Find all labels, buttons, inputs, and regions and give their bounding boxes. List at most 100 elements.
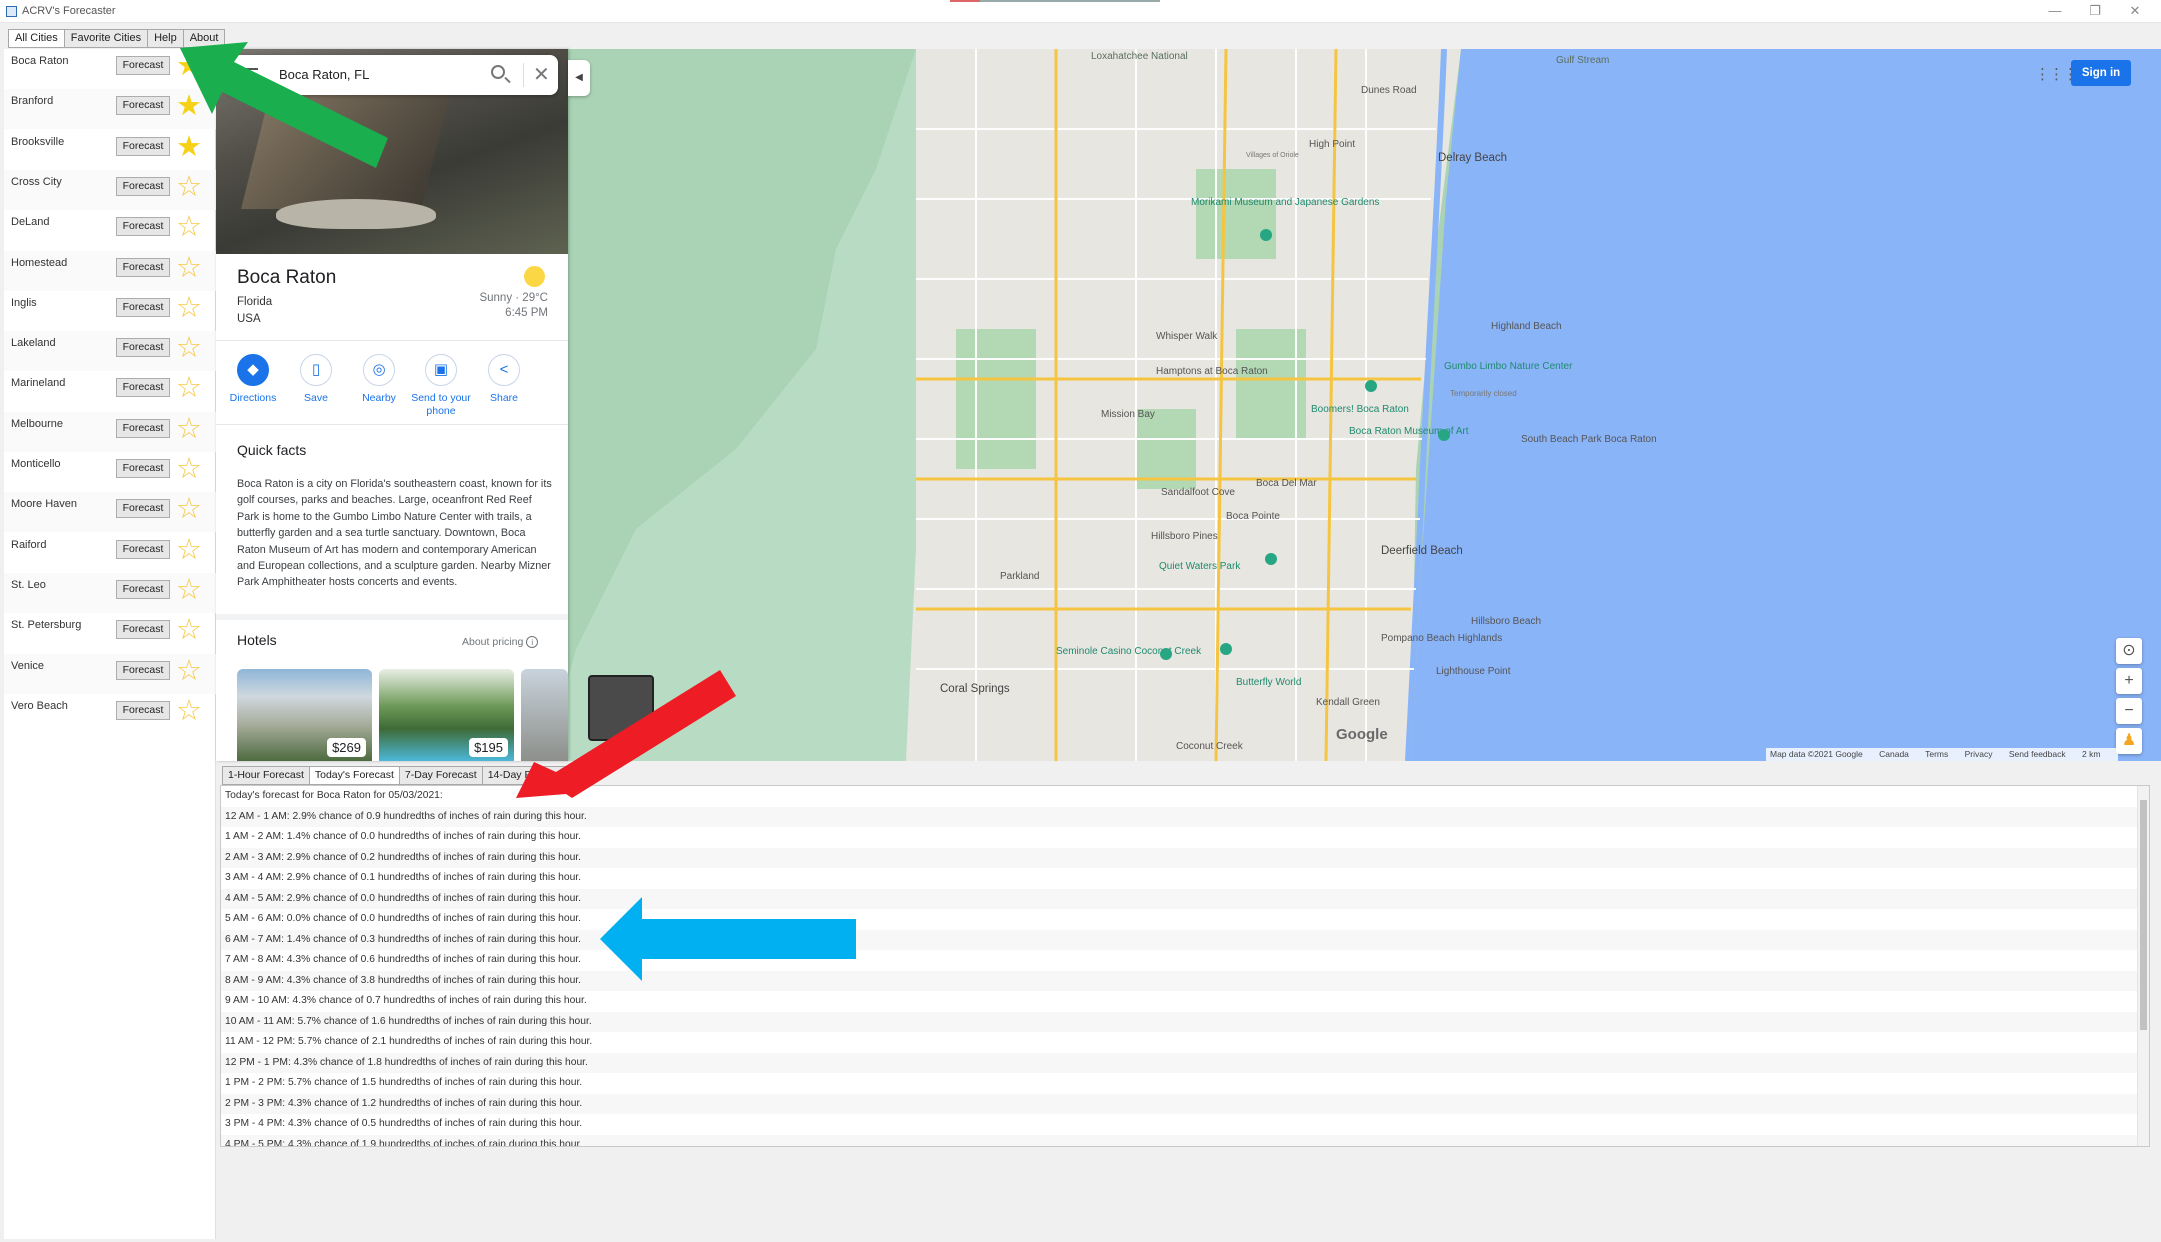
forecast-button[interactable]: Forecast <box>116 660 170 680</box>
sign-in-button[interactable]: Sign in <box>2071 60 2131 86</box>
sunny-icon <box>524 266 545 287</box>
forecast-button[interactable]: Forecast <box>116 96 170 116</box>
favorite-star-outline-icon[interactable]: ☆ <box>176 535 202 565</box>
city-row[interactable]: St. Petersburg Forecast ☆ <box>4 613 216 653</box>
scale-label: 2 km <box>2081 749 2101 759</box>
city-row[interactable]: Moore Haven Forecast ☆ <box>4 492 216 533</box>
forecast-list[interactable]: Today's forecast for Boca Raton for 05/0… <box>220 785 2150 1147</box>
zoom-in-button[interactable]: + <box>2116 668 2142 694</box>
hotel-card[interactable]: $269 <box>237 669 372 761</box>
favorite-star-outline-icon[interactable]: ☆ <box>176 454 202 484</box>
place-time: 6:45 PM <box>505 307 548 319</box>
map-label-coral-springs: Coral Springs <box>940 683 1010 695</box>
forecast-button[interactable]: Forecast <box>116 257 170 277</box>
city-row[interactable]: Homestead Forecast ☆ <box>4 250 216 291</box>
map-pin-icon[interactable] <box>1160 648 1172 660</box>
about-pricing-link[interactable]: About pricing i <box>462 636 539 648</box>
city-row[interactable]: St. Leo Forecast ☆ <box>4 572 216 613</box>
favorite-star-outline-icon[interactable]: ☆ <box>176 696 202 726</box>
favorite-star-outline-icon[interactable]: ☆ <box>176 212 202 242</box>
map-label-temporarily-closed: Temporarily closed <box>1450 389 1517 398</box>
directions-button[interactable]: ◆ Directions <box>218 354 288 405</box>
map-pin-icon[interactable] <box>1365 380 1377 392</box>
forecast-scrollbar[interactable] <box>2137 786 2149 1146</box>
tab-all-cities[interactable]: All Cities <box>8 29 64 48</box>
forecast-button[interactable]: Forecast <box>116 176 170 196</box>
forecast-button[interactable]: Forecast <box>116 700 170 720</box>
forecast-button[interactable]: Forecast <box>116 579 170 599</box>
favorite-star-outline-icon[interactable]: ☆ <box>176 615 202 645</box>
scrollbar-thumb[interactable] <box>2140 800 2147 1030</box>
hotel-price: $195 <box>469 738 508 757</box>
city-row[interactable]: DeLand Forecast ☆ <box>4 210 216 250</box>
save-button[interactable]: ▯ Save <box>281 354 351 405</box>
favorite-star-outline-icon[interactable]: ☆ <box>176 253 202 283</box>
map-pin-icon[interactable] <box>1438 429 1450 441</box>
tab-1-hour-forecast[interactable]: 1-Hour Forecast <box>222 766 309 785</box>
forecast-button[interactable]: Forecast <box>116 338 170 358</box>
map-park <box>1136 409 1196 489</box>
tab-favorite-cities[interactable]: Favorite Cities <box>63 29 148 48</box>
feedback-link[interactable]: Send feedback <box>2009 749 2066 759</box>
forecast-button[interactable]: Forecast <box>116 378 170 398</box>
map-pin-icon[interactable] <box>1220 643 1232 655</box>
send-to-phone-button[interactable]: ▣ Send to your phone <box>406 354 476 418</box>
map-park <box>956 329 1036 469</box>
hotel-card[interactable]: $195 <box>379 669 514 761</box>
city-row[interactable]: Monticello Forecast ☆ <box>4 452 216 492</box>
favorite-star-outline-icon[interactable]: ☆ <box>176 414 202 444</box>
favorite-star-outline-icon[interactable]: ☆ <box>176 656 202 686</box>
city-row[interactable]: Marineland Forecast ☆ <box>4 371 216 411</box>
place-title: Boca Raton <box>237 267 337 288</box>
tab-7-day-forecast[interactable]: 7-Day Forecast <box>398 766 482 785</box>
about-pricing-label: About pricing <box>462 636 524 648</box>
privacy-link[interactable]: Privacy <box>1965 749 1993 759</box>
favorite-star-outline-icon[interactable]: ☆ <box>176 373 202 403</box>
restore-icon[interactable]: ❐ <box>2075 2 2115 20</box>
city-row[interactable]: Venice Forecast ☆ <box>4 653 216 694</box>
city-name: Branford <box>11 95 54 108</box>
city-row[interactable]: Vero Beach Forecast ☆ <box>4 694 216 734</box>
map-pin-icon[interactable] <box>1260 229 1272 241</box>
forecast-button[interactable]: Forecast <box>116 499 170 519</box>
map-label-quiet-waters: Quiet Waters Park <box>1159 561 1241 572</box>
zoom-out-button[interactable]: − <box>2116 698 2142 724</box>
forecast-button[interactable]: Forecast <box>116 418 170 438</box>
forecast-rows: Today's forecast for Boca Raton for 05/0… <box>221 786 2149 1146</box>
my-location-icon[interactable]: ⊙ <box>2116 638 2142 664</box>
forecast-button[interactable]: Forecast <box>116 297 170 317</box>
favorite-star-outline-icon[interactable]: ☆ <box>176 333 202 363</box>
collapse-panel-button[interactable]: ◀ <box>568 60 590 96</box>
tab-todays-forecast[interactable]: Today's Forecast <box>308 766 399 785</box>
forecast-button[interactable]: Forecast <box>116 539 170 559</box>
forecast-button[interactable]: Forecast <box>116 459 170 478</box>
region-link[interactable]: Canada <box>1879 749 1909 759</box>
favorite-star-outline-icon[interactable]: ☆ <box>176 494 202 524</box>
clear-search-icon[interactable]: ✕ <box>533 62 550 87</box>
city-row[interactable]: Inglis Forecast ☆ <box>4 291 216 331</box>
place-country: USA <box>237 313 261 325</box>
forecast-button[interactable]: Forecast <box>116 217 170 237</box>
city-row[interactable]: Melbourne Forecast ☆ <box>4 411 216 452</box>
nearby-button[interactable]: ◎ Nearby <box>344 354 414 405</box>
close-icon[interactable]: ✕ <box>2115 2 2155 20</box>
minimize-icon[interactable]: — <box>2035 2 2075 20</box>
forecast-button[interactable]: Forecast <box>116 620 170 640</box>
forecast-button[interactable]: Forecast <box>116 56 170 75</box>
map-label-lighthouse-point: Lighthouse Point <box>1436 666 1511 677</box>
forecast-button[interactable]: Forecast <box>116 136 170 156</box>
pegman-icon[interactable]: ♟ <box>2116 728 2142 754</box>
map-pin-icon[interactable] <box>1265 553 1277 565</box>
city-row[interactable]: Lakeland Forecast ☆ <box>4 331 216 372</box>
forecast-hour-row: 8 AM - 9 AM: 4.3% chance of 3.8 hundredt… <box>221 970 2149 991</box>
forecast-hour-row: 12 AM - 1 AM: 2.9% chance of 0.9 hundred… <box>221 806 2149 827</box>
favorite-star-outline-icon[interactable]: ☆ <box>176 575 202 605</box>
search-icon[interactable] <box>491 65 505 79</box>
city-row[interactable]: Raiford Forecast ☆ <box>4 533 216 573</box>
bookmark-icon: ▯ <box>300 354 332 386</box>
action-label: Nearby <box>362 392 396 404</box>
terms-link[interactable]: Terms <box>1925 749 1948 759</box>
share-button[interactable]: < Share <box>469 354 539 405</box>
favorite-star-outline-icon[interactable]: ☆ <box>176 293 202 323</box>
action-label: Share <box>489 392 519 404</box>
